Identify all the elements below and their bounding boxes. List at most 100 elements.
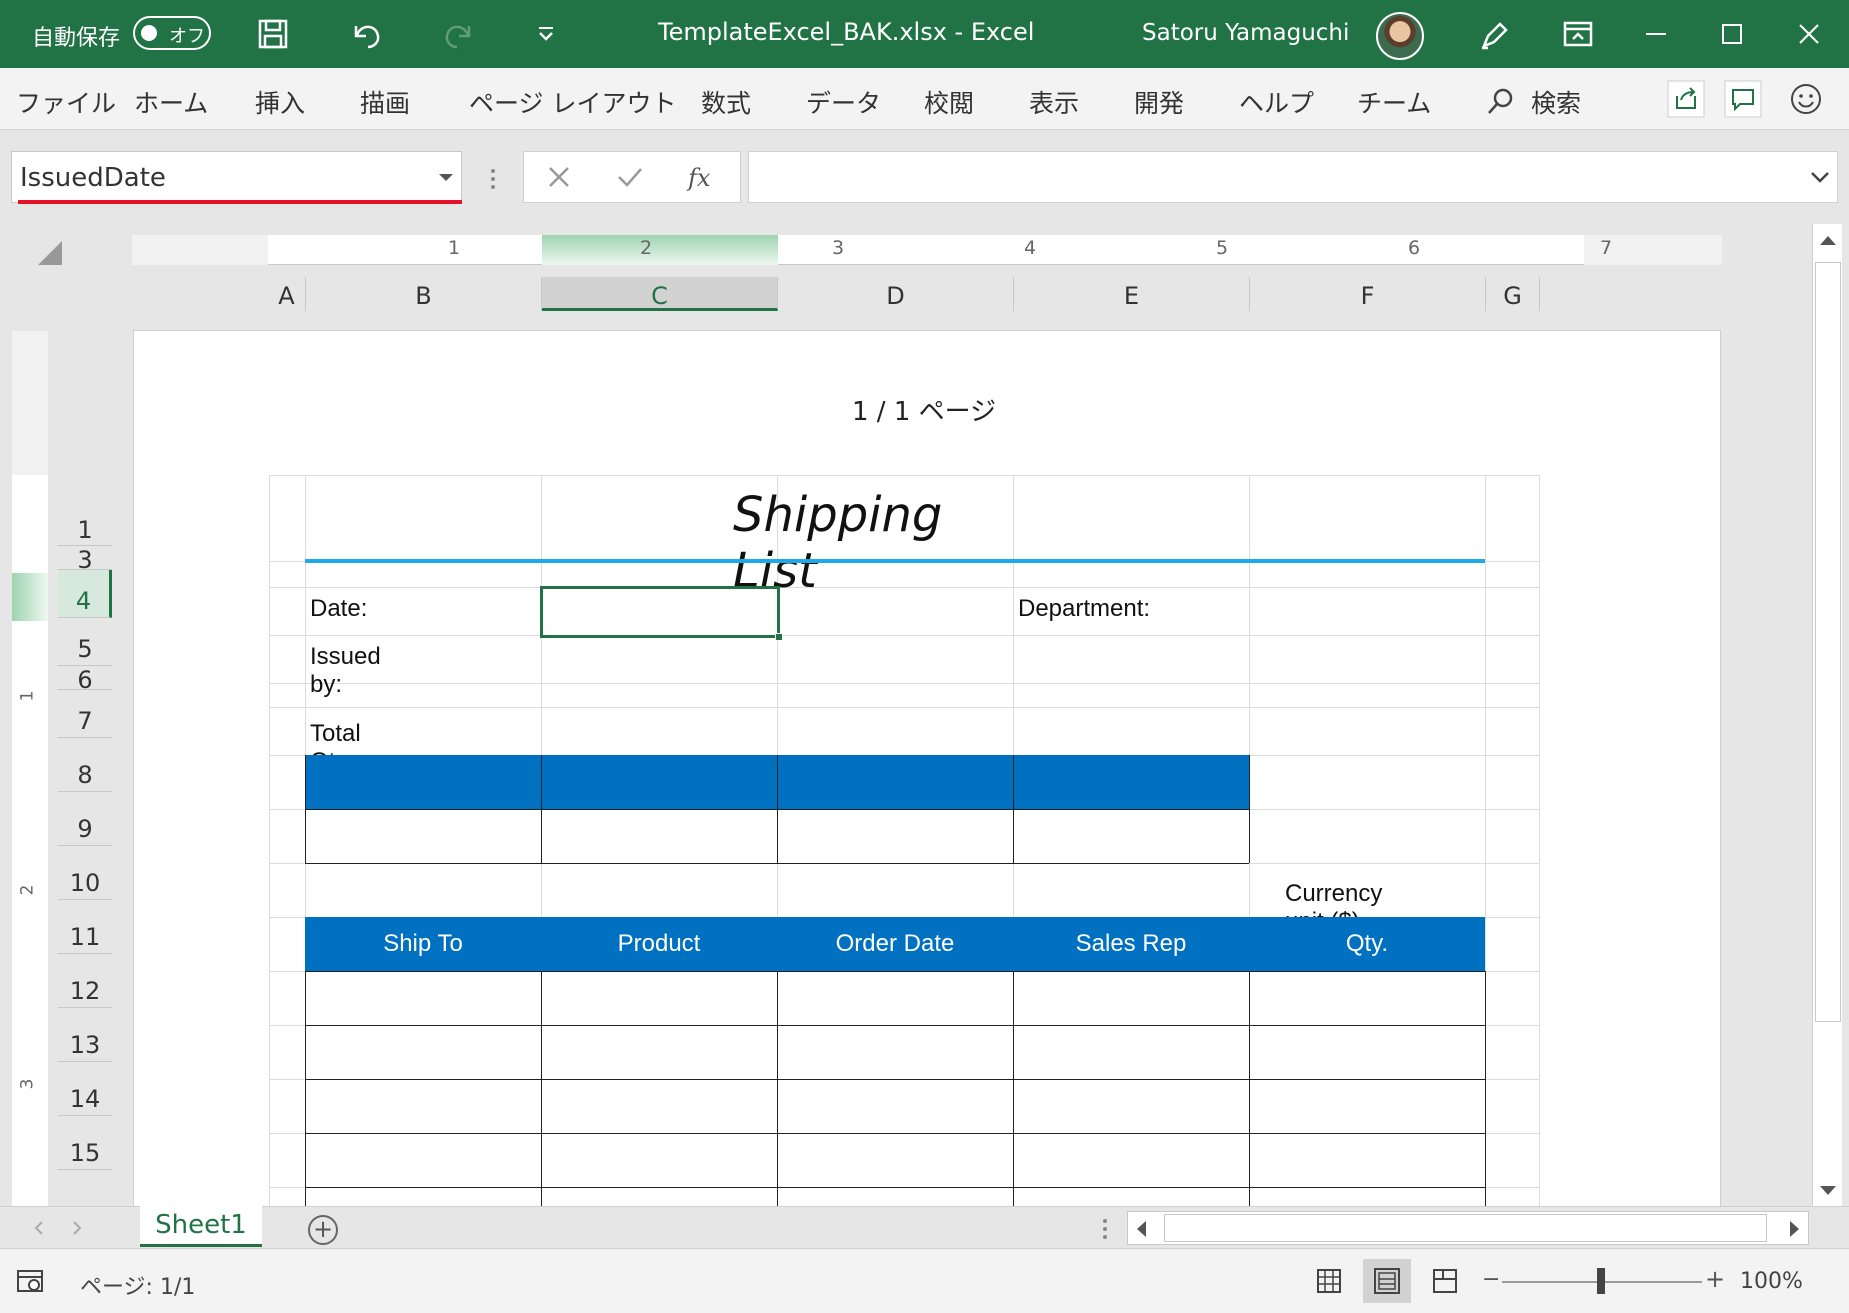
pen-icon[interactable]: [1474, 14, 1514, 54]
header-product: Product: [617, 930, 701, 957]
search-label[interactable]: 検索: [1531, 84, 1581, 120]
row-header[interactable]: 5: [58, 618, 112, 666]
page-break-preview-icon[interactable]: [1421, 1259, 1469, 1303]
minimize-icon[interactable]: [1636, 14, 1676, 54]
comment-icon[interactable]: [1724, 80, 1762, 118]
ruler-number: 1: [17, 690, 38, 702]
ruler-number: 7: [1600, 237, 1613, 259]
next-sheet-icon[interactable]: [70, 1219, 84, 1237]
row-header[interactable]: 8: [58, 738, 112, 792]
tab-data[interactable]: データ: [806, 84, 881, 120]
save-icon[interactable]: [253, 14, 293, 54]
scroll-left-icon[interactable]: [1137, 1221, 1146, 1237]
tab-file[interactable]: ファイル: [16, 84, 116, 120]
scroll-thumb[interactable]: [1815, 262, 1841, 1022]
tab-developer[interactable]: 開発: [1134, 84, 1184, 120]
select-all-icon[interactable]: [36, 239, 64, 267]
drag-handle-icon[interactable]: [1100, 1217, 1110, 1241]
enter-check-icon[interactable]: [616, 164, 644, 190]
tab-review[interactable]: 校閲: [924, 84, 974, 120]
chevron-down-icon[interactable]: [439, 174, 453, 181]
tab-formulas[interactable]: 数式: [701, 84, 751, 120]
zoom-in-icon[interactable]: +: [1705, 1265, 1725, 1293]
formula-actions: fx: [523, 151, 741, 203]
search-icon[interactable]: [1484, 86, 1516, 118]
scroll-up-icon[interactable]: [1820, 236, 1836, 245]
date-label: Date:: [310, 595, 368, 622]
smiley-feedback-icon[interactable]: [1787, 80, 1825, 118]
tab-draw[interactable]: 描画: [360, 84, 410, 120]
horizontal-ruler: 1 2 3 4 5 6 7: [132, 235, 1722, 265]
fill-handle[interactable]: [775, 633, 783, 641]
sheet-tab-bar: Sheet1 +: [0, 1205, 1849, 1248]
issued-by-label: Issued by:: [310, 643, 381, 698]
autosave-label: 自動保存: [32, 26, 121, 51]
redo-icon[interactable]: [439, 14, 479, 54]
tab-page-layout[interactable]: ページ レイアウト: [469, 84, 676, 120]
column-header-d[interactable]: D: [778, 277, 1014, 311]
normal-view-icon[interactable]: [1305, 1259, 1353, 1303]
row-header[interactable]: 13: [58, 1008, 112, 1062]
row-header[interactable]: 10: [58, 846, 112, 900]
selected-cell-issued-date[interactable]: [540, 586, 780, 638]
avatar[interactable]: [1376, 12, 1424, 60]
row-header[interactable]: 14: [58, 1062, 112, 1116]
row-header[interactable]: 6: [58, 666, 112, 694]
horizontal-scrollbar[interactable]: [1127, 1211, 1809, 1245]
row-header[interactable]: 7: [58, 690, 112, 738]
ruler-number: 5: [1216, 237, 1229, 259]
ribbon-tabs: ファイル ホーム 挿入 描画 ページ レイアウト 数式 データ 校閲 表示 開発…: [0, 68, 1849, 130]
title-bar: 自動保存 オフ TemplateExcel_BAK.xlsx - Excel S…: [0, 0, 1849, 68]
row-header[interactable]: 1: [58, 474, 112, 546]
cancel-icon[interactable]: [546, 164, 572, 190]
insert-function-icon[interactable]: fx: [686, 160, 720, 194]
ribbon-display-icon[interactable]: [1558, 14, 1598, 54]
column-header-b[interactable]: B: [306, 277, 542, 311]
header-sales-rep: Sales Rep: [1075, 930, 1187, 957]
scroll-right-icon[interactable]: [1790, 1221, 1799, 1237]
maximize-icon[interactable]: [1712, 14, 1752, 54]
autosave-toggle[interactable]: オフ: [133, 16, 211, 50]
add-sheet-button[interactable]: +: [308, 1215, 338, 1245]
zoom-slider-thumb[interactable]: [1597, 1268, 1605, 1294]
vertical-scrollbar[interactable]: [1812, 224, 1842, 1209]
customize-toolbar-icon[interactable]: [526, 14, 566, 54]
zoom-out-icon[interactable]: −: [1482, 1267, 1500, 1292]
tab-insert[interactable]: 挿入: [255, 84, 305, 120]
expand-formula-icon[interactable]: [1809, 168, 1831, 186]
row-header[interactable]: 12: [58, 954, 112, 1008]
ruler-number: 6: [1408, 237, 1421, 259]
row-header[interactable]: 9: [58, 792, 112, 846]
row-header[interactable]: 11: [58, 900, 112, 954]
column-header-g[interactable]: G: [1486, 277, 1540, 311]
name-box[interactable]: IssuedDate: [11, 151, 462, 204]
prev-sheet-icon[interactable]: [32, 1219, 46, 1237]
zoom-level[interactable]: 100%: [1740, 1269, 1803, 1294]
tab-home[interactable]: ホーム: [134, 84, 208, 120]
header-order-date: Order Date: [835, 930, 955, 957]
column-header-f[interactable]: F: [1250, 277, 1486, 311]
undo-icon[interactable]: [346, 14, 386, 54]
row-header[interactable]: 3: [58, 546, 112, 574]
page-layout-view-icon[interactable]: [1363, 1259, 1411, 1303]
close-icon[interactable]: [1789, 14, 1829, 54]
ruler-number: 4: [1024, 237, 1037, 259]
column-header-c[interactable]: C: [542, 277, 778, 311]
scroll-thumb[interactable]: [1164, 1214, 1767, 1242]
tab-view[interactable]: 表示: [1029, 84, 1079, 120]
column-header-a[interactable]: A: [268, 277, 306, 311]
scroll-down-icon[interactable]: [1820, 1186, 1836, 1195]
sheet-title: Shipping List: [733, 487, 943, 599]
user-name[interactable]: Satoru Yamaguchi: [1142, 20, 1349, 46]
tab-team[interactable]: チーム: [1357, 84, 1431, 120]
row-header-selected[interactable]: 4: [58, 570, 112, 618]
sheet-tab-sheet1[interactable]: Sheet1: [140, 1205, 262, 1247]
row-header[interactable]: 15: [58, 1116, 112, 1170]
formula-input[interactable]: [748, 151, 1838, 203]
drag-handle-icon[interactable]: [488, 167, 498, 191]
ruler-number: 2: [640, 237, 653, 259]
share-icon[interactable]: [1667, 80, 1705, 118]
column-header-e[interactable]: E: [1014, 277, 1250, 311]
macro-record-icon[interactable]: [16, 1267, 46, 1295]
tab-help[interactable]: ヘルプ: [1239, 84, 1314, 120]
